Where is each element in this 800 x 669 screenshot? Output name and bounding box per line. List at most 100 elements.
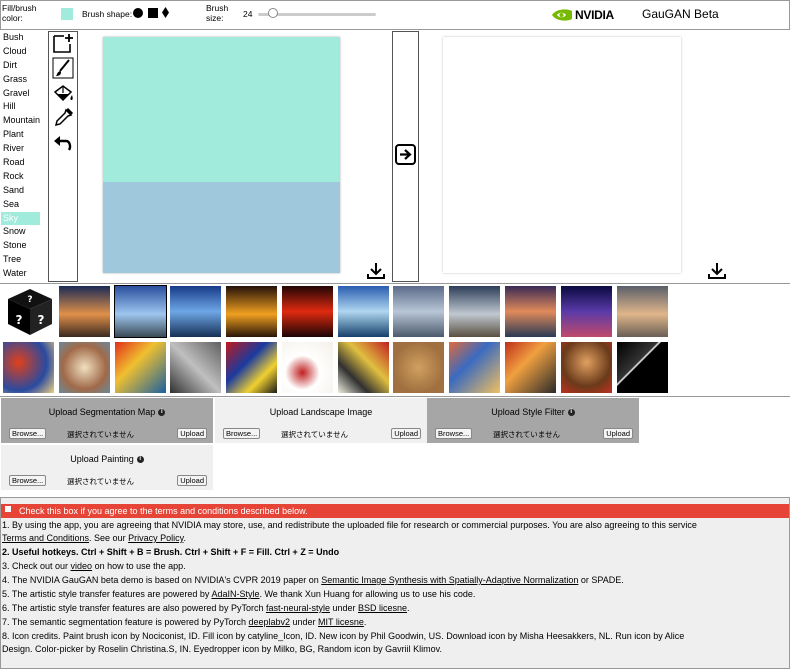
terms-line-6: 6. The artistic style transfer features …: [2, 602, 786, 615]
terms-text: or SPADE.: [578, 575, 624, 585]
paper-link[interactable]: Semantic Image Synthesis with Spatially-…: [321, 575, 578, 585]
file-status: 選択されていません: [281, 430, 349, 439]
circle-icon[interactable]: [133, 8, 143, 18]
deeplabv2-link[interactable]: deeplabv2: [248, 617, 290, 627]
sky-region: [103, 37, 340, 182]
style-thumbnail[interactable]: [617, 342, 668, 393]
brush-size-slider-thumb[interactable]: [268, 8, 278, 18]
landscape-thumbnail[interactable]: [617, 286, 668, 337]
upload-button[interactable]: Upload: [177, 428, 207, 439]
info-icon[interactable]: i: [567, 409, 575, 417]
label-class-list: Bush Cloud Dirt Grass Gravel Hill Mountain Plan…: [1, 31, 40, 282]
info-icon[interactable]: i: [136, 456, 144, 464]
new-icon[interactable]: [52, 32, 74, 54]
landscape-thumbnail[interactable]: [561, 286, 612, 337]
class-item-mountain[interactable]: Mountain: [1, 114, 40, 128]
terms-text: 3. Check out our: [2, 561, 71, 571]
browse-button[interactable]: Browse...: [223, 428, 261, 439]
upload-button[interactable]: Upload: [391, 428, 421, 439]
class-item-snow[interactable]: Snow: [1, 225, 40, 239]
browse-button[interactable]: Browse...: [435, 428, 473, 439]
class-item-gravel[interactable]: Gravel: [1, 87, 40, 101]
class-item-rock[interactable]: Rock: [1, 170, 40, 184]
class-item-water[interactable]: Water: [1, 267, 40, 281]
class-item-stone[interactable]: Stone: [1, 239, 40, 253]
style-thumbnail[interactable]: [115, 342, 166, 393]
landscape-thumbnail[interactable]: [393, 286, 444, 337]
class-item-cloud[interactable]: Cloud: [1, 45, 40, 59]
browse-button[interactable]: Browse...: [9, 475, 47, 486]
style-thumbnail[interactable]: [170, 342, 221, 393]
bsd-license-link[interactable]: BSD licesne: [358, 603, 407, 613]
style-thumbnail[interactable]: [393, 342, 444, 393]
fast-neural-style-link[interactable]: fast-neural-style: [266, 603, 330, 613]
diamond-icon[interactable]: [162, 7, 169, 18]
class-item-river[interactable]: River: [1, 142, 40, 156]
brush-size-label: Brush size:: [206, 3, 229, 23]
class-item-bush[interactable]: Bush: [1, 31, 40, 45]
style-thumbnail[interactable]: [561, 342, 612, 393]
landscape-thumbnail[interactable]: [505, 286, 556, 337]
class-item-sea[interactable]: Sea: [1, 198, 40, 212]
style-thumbnail[interactable]: [226, 342, 277, 393]
svg-text:?: ?: [16, 313, 23, 327]
undo-icon[interactable]: [52, 132, 74, 154]
terms-line-7: 7. The semantic segmentation feature is …: [2, 616, 786, 629]
terms-line-9: Design. Color-picker by Roselin Christin…: [2, 644, 442, 654]
adain-style-link[interactable]: AdaIN-Style: [211, 589, 259, 599]
class-item-grass[interactable]: Grass: [1, 73, 40, 87]
terms-text: on how to use the app.: [92, 561, 186, 571]
class-item-dirt[interactable]: Dirt: [1, 59, 40, 73]
download-icon[interactable]: [708, 262, 726, 280]
upload-button[interactable]: Upload: [177, 475, 207, 486]
random-dice-icon[interactable]: ? ? ?: [5, 287, 55, 337]
class-item-hill[interactable]: Hill: [1, 100, 40, 114]
paint-brush-icon[interactable]: [52, 57, 74, 79]
mit-license-link[interactable]: MIT licesne: [318, 617, 364, 627]
fill-color-swatch[interactable]: [61, 8, 73, 20]
nvidia-logo: NVIDIA: [575, 8, 614, 22]
file-status: 選択されていません: [67, 430, 135, 439]
terms-text: .: [183, 533, 186, 543]
terms-text: 1. By using the app, you are agreeing th…: [2, 520, 697, 530]
landscape-thumbnail[interactable]: [338, 286, 389, 337]
style-thumbnail[interactable]: [449, 342, 500, 393]
terms-text: 7. The semantic segmentation feature is …: [2, 617, 249, 627]
style-thumbnail[interactable]: [282, 342, 333, 393]
class-item-road[interactable]: Road: [1, 156, 40, 170]
landscape-thumbnail[interactable]: [449, 286, 500, 337]
upload-landscape-title: Upload Landscape Image: [269, 407, 373, 417]
eyedropper-icon[interactable]: [52, 107, 74, 129]
upload-button[interactable]: Upload: [603, 428, 633, 439]
style-thumbnail[interactable]: [3, 342, 54, 393]
landscape-thumbnail[interactable]: [226, 286, 277, 337]
landscape-thumbnail[interactable]: [59, 286, 110, 337]
class-item-sky[interactable]: Sky: [1, 211, 40, 226]
landscape-thumbnail[interactable]: [170, 286, 221, 337]
class-item-tree[interactable]: Tree: [1, 253, 40, 267]
style-thumbnail[interactable]: [505, 342, 556, 393]
square-icon[interactable]: [148, 8, 158, 18]
landscape-thumbnail[interactable]: [114, 285, 167, 338]
run-arrow-icon[interactable]: [395, 144, 416, 165]
style-thumbnail[interactable]: [338, 342, 389, 393]
fill-icon[interactable]: [52, 83, 74, 105]
class-item-plant[interactable]: Plant: [1, 128, 40, 142]
svg-text:?: ?: [38, 313, 45, 327]
terms-line-1b: Terms and Conditions. See our Privacy Po…: [2, 532, 786, 545]
browse-button[interactable]: Browse...: [9, 428, 47, 439]
landscape-thumbnail[interactable]: [282, 286, 333, 337]
privacy-policy-link[interactable]: Privacy Policy: [128, 533, 183, 543]
terms-checkbox-label: Check this box if you agree to the terms…: [19, 506, 308, 516]
download-icon[interactable]: [367, 262, 385, 280]
segmentation-canvas[interactable]: [103, 37, 340, 273]
terms-checkbox[interactable]: [5, 506, 11, 512]
style-thumbnail[interactable]: [59, 342, 110, 393]
brush-size-value: 24: [243, 9, 253, 19]
class-item-sand[interactable]: Sand: [1, 184, 40, 198]
terms-and-conditions-link[interactable]: Terms and Conditions: [2, 533, 89, 543]
terms-agreement-bar[interactable]: Check this box if you agree to the terms…: [1, 504, 789, 518]
upload-segmentation-panel: Upload Segmentation Map i Browse... 選択されて…: [1, 398, 213, 443]
video-link[interactable]: video: [71, 561, 93, 571]
info-icon[interactable]: i: [158, 409, 166, 417]
